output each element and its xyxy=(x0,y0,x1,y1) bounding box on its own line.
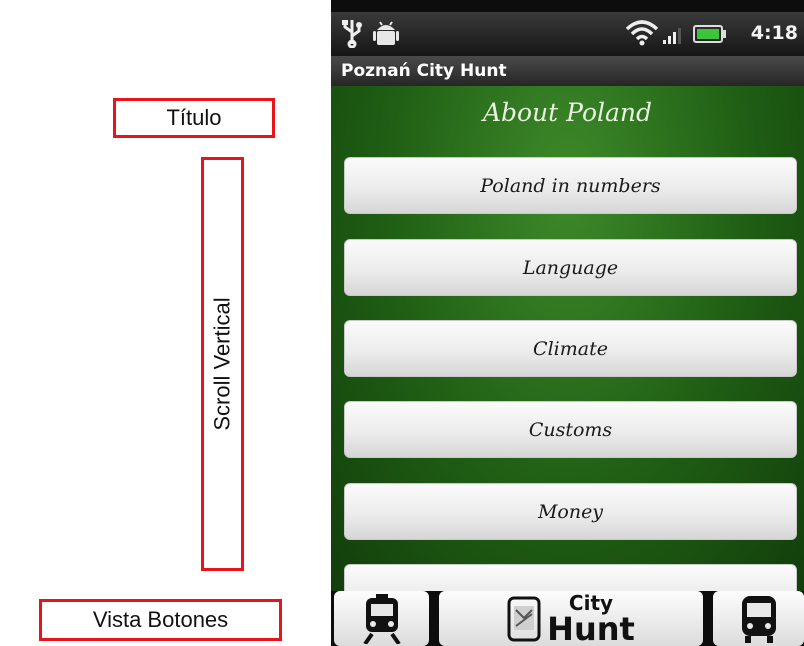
bus-button[interactable] xyxy=(713,591,804,646)
phone-map-icon xyxy=(507,596,541,641)
screen-heading: About Poland xyxy=(482,98,653,127)
menu-button-language[interactable]: Language xyxy=(344,239,797,296)
annotation-title-label: Título xyxy=(113,98,275,138)
city-hunt-logo-button[interactable]: City Hunt xyxy=(439,591,703,646)
usb-icon xyxy=(342,20,362,48)
annotation-buttons-label: Vista Botones xyxy=(39,599,282,641)
menu-button-poland-in-numbers[interactable]: Poland in numbers xyxy=(344,157,797,214)
signal-icon xyxy=(663,28,681,44)
status-time: 4:18 xyxy=(750,22,798,44)
annotation-scroll-label: Scroll Vertical xyxy=(201,157,244,571)
android-debug-icon xyxy=(373,21,399,45)
battery-icon xyxy=(693,25,726,43)
phone-screen: 4:18 Poznań City Hunt About Poland Polan… xyxy=(331,0,804,646)
app-title: Poznań City Hunt xyxy=(341,61,507,81)
menu-button-customs[interactable]: Customs xyxy=(344,401,797,458)
train-icon xyxy=(362,593,401,644)
scroll-content[interactable]: About Poland Poland in numbers Language … xyxy=(331,86,804,591)
wifi-icon xyxy=(625,20,659,46)
menu-button-climate[interactable]: Climate xyxy=(344,320,797,377)
logo-hunt: Hunt xyxy=(547,609,635,646)
bus-icon xyxy=(741,595,776,643)
app-title-bar: Poznań City Hunt xyxy=(331,56,804,86)
annotation-scroll-text: Scroll Vertical xyxy=(209,297,235,431)
city-hunt-logo-text: City Hunt xyxy=(547,593,635,645)
menu-button-money[interactable]: Money xyxy=(344,483,797,540)
bottom-button-bar: City Hunt xyxy=(331,591,804,646)
menu-button-partial[interactable] xyxy=(344,564,797,591)
train-button[interactable] xyxy=(334,591,429,646)
status-bar: 4:18 xyxy=(331,12,804,56)
